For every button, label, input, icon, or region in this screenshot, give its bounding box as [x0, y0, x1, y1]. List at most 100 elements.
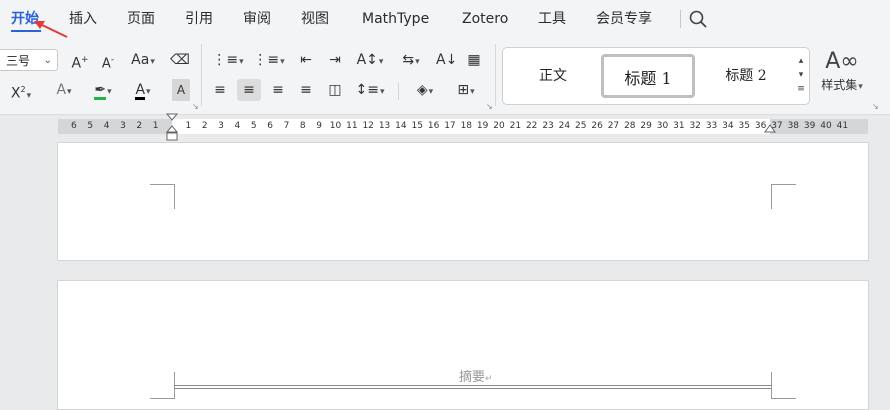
document-page[interactable] — [57, 142, 869, 261]
ruler-number: 30 — [656, 121, 669, 131]
font-dialog-launcher-icon[interactable]: ↘ — [192, 102, 199, 111]
ruler-number: 24 — [558, 121, 571, 131]
ruler-number: 10 — [329, 121, 342, 131]
ruler-number: 41 — [836, 121, 849, 131]
paragraph-mark-icon: ↵ — [485, 374, 493, 384]
change-case-icon[interactable]: Aa▾ — [128, 49, 158, 71]
character-shading-icon[interactable]: A — [172, 79, 190, 101]
line-spacing-icon[interactable]: ↕≡▾ — [354, 79, 386, 101]
ruler-number: 27 — [607, 121, 620, 131]
font-color-icon[interactable]: A▾ — [128, 79, 158, 101]
document-page[interactable] — [57, 280, 869, 410]
style-set-icon: A∞ — [825, 49, 859, 74]
styles-scroll-arrows-icon[interactable]: ▴ ▾ ≡ — [795, 54, 807, 96]
text-direction-icon[interactable]: ⇆▾ — [396, 49, 426, 71]
style-heading-2[interactable]: 标题 2 — [703, 54, 789, 98]
ruler-number: 25 — [575, 121, 587, 131]
search-icon[interactable] — [688, 9, 708, 29]
ruler-number: 26 — [591, 121, 603, 131]
ruler-number: 14 — [395, 121, 407, 131]
style-normal[interactable]: 正文 — [515, 54, 591, 98]
ruler-number: 35 — [738, 121, 750, 131]
crop-mark — [150, 372, 175, 399]
style-heading-1[interactable]: 标题 1 — [601, 54, 695, 98]
text-effect-icon[interactable]: A▾ — [50, 79, 78, 101]
style-set-button[interactable]: A∞ 样式集▾ — [814, 48, 870, 102]
ruler-number: 18 — [460, 121, 473, 131]
ruler-number: 3 — [218, 121, 224, 131]
crop-mark — [150, 184, 175, 209]
clear-format-icon[interactable]: ⌫ — [170, 49, 190, 71]
sort-icon[interactable]: A↓ — [436, 49, 457, 71]
page-header-label: 摘要 — [459, 370, 486, 385]
header-rule — [174, 388, 771, 389]
justify-icon[interactable]: ≡ — [296, 79, 316, 101]
font-size-value: 三号 — [6, 54, 31, 68]
shading-icon[interactable]: ◈▾ — [410, 79, 440, 101]
page-header-text[interactable]: 摘要↵ — [459, 366, 493, 385]
highlight-color-icon[interactable]: ✒▾ — [88, 79, 118, 101]
ruler-number: 2 — [201, 121, 208, 131]
ruler-number: 16 — [427, 121, 440, 131]
ruler-number: 6 — [267, 121, 273, 131]
tab-home[interactable]: 开始 — [11, 0, 39, 38]
ruler-number: 5 — [87, 121, 94, 131]
grow-font-icon[interactable]: A+ — [70, 49, 90, 72]
tab-divider — [680, 10, 681, 28]
styles-gallery: 正文 标题 1 标题 2 ▴ ▾ ≡ — [502, 47, 810, 105]
tab-view[interactable]: 视图 — [301, 0, 329, 38]
borders-icon[interactable]: ⊞▾ — [451, 79, 481, 101]
tab-insert[interactable]: 插入 — [69, 0, 97, 38]
ruler-number: 23 — [542, 121, 554, 131]
paragraph-dialog-launcher-icon[interactable]: ↘ — [486, 102, 493, 111]
align-right-icon[interactable]: ≡ — [268, 79, 288, 101]
ruler-number: 38 — [787, 121, 800, 131]
increase-indent-icon[interactable]: ⇥ — [325, 49, 345, 71]
crop-mark — [771, 184, 796, 209]
tab-member[interactable]: 会员专享 — [596, 0, 652, 38]
bullet-list-icon[interactable]: ⋮≡▾ — [212, 49, 244, 71]
ribbon-toolbar: 三号 ⌄ A+ A- Aa▾ ⌫ X2▾ A▾ ✒▾ A▾ A ↘ ⋮≡▾ ⋮≡… — [0, 38, 890, 115]
ruler-number: 1 — [185, 121, 192, 131]
tab-zotero[interactable]: Zotero — [462, 0, 508, 38]
tab-references[interactable]: 引用 — [185, 0, 213, 38]
tab-tools[interactable]: 工具 — [538, 0, 566, 38]
distributed-align-icon[interactable]: ◫ — [325, 79, 345, 101]
align-center-icon[interactable]: ≡ — [237, 79, 261, 101]
ruler-number: 15 — [411, 121, 423, 131]
horizontal-ruler[interactable]: 6 5 4 3 2 1 1 2 3 4 5 6 7 8 9 10 11 12 13 14 15 16 17 18 19 20 21 2… — [58, 119, 868, 134]
tab-page[interactable]: 页面 — [127, 0, 155, 38]
styles-dialog-launcher-icon[interactable]: ↘ — [872, 102, 879, 111]
ruler-number: 20 — [493, 121, 505, 131]
ruler-number: 3 — [120, 121, 126, 131]
ruler-number: 31 — [673, 121, 685, 131]
font-size-select[interactable]: 三号 ⌄ — [0, 49, 58, 71]
tab-mathtype[interactable]: MathType — [362, 0, 429, 38]
ruler-number: 12 — [362, 121, 374, 131]
ruler-number: 11 — [346, 121, 358, 131]
shrink-font-icon[interactable]: A- — [98, 49, 118, 71]
ruler-number: 7 — [283, 121, 290, 131]
decrease-indent-icon[interactable]: ⇤ — [296, 49, 316, 71]
numbered-list-icon[interactable]: ⋮≡▾ — [253, 49, 285, 71]
ribbon-tab-bar: 开始 插入 页面 引用 审阅 视图 MathType Zotero 工具 会员专… — [0, 0, 890, 38]
ruler-number: 28 — [624, 121, 636, 131]
align-left-icon[interactable]: ≡ — [210, 79, 230, 101]
indent-markers-icon[interactable] — [166, 113, 178, 143]
superscript-icon[interactable]: X2▾ — [6, 79, 36, 102]
chinese-layout-icon[interactable]: A↕▾ — [354, 49, 386, 71]
tab-review[interactable]: 审阅 — [243, 0, 271, 38]
ruler-number: 4 — [234, 121, 241, 131]
chevron-down-icon: ⌄ — [43, 55, 52, 66]
group-divider — [495, 44, 496, 106]
ruler-number: 22 — [525, 121, 538, 131]
ruler-number: 32 — [689, 121, 701, 131]
group-divider — [201, 44, 202, 106]
ruler-number: 40 — [820, 121, 832, 131]
ruler-number: 13 — [378, 121, 391, 131]
header-rule — [174, 385, 771, 386]
ruler-number: 19 — [476, 121, 489, 131]
ruler-number: 2 — [136, 121, 143, 131]
show-marks-icon[interactable]: ▦ — [464, 49, 484, 71]
right-indent-marker-icon[interactable] — [764, 124, 776, 136]
